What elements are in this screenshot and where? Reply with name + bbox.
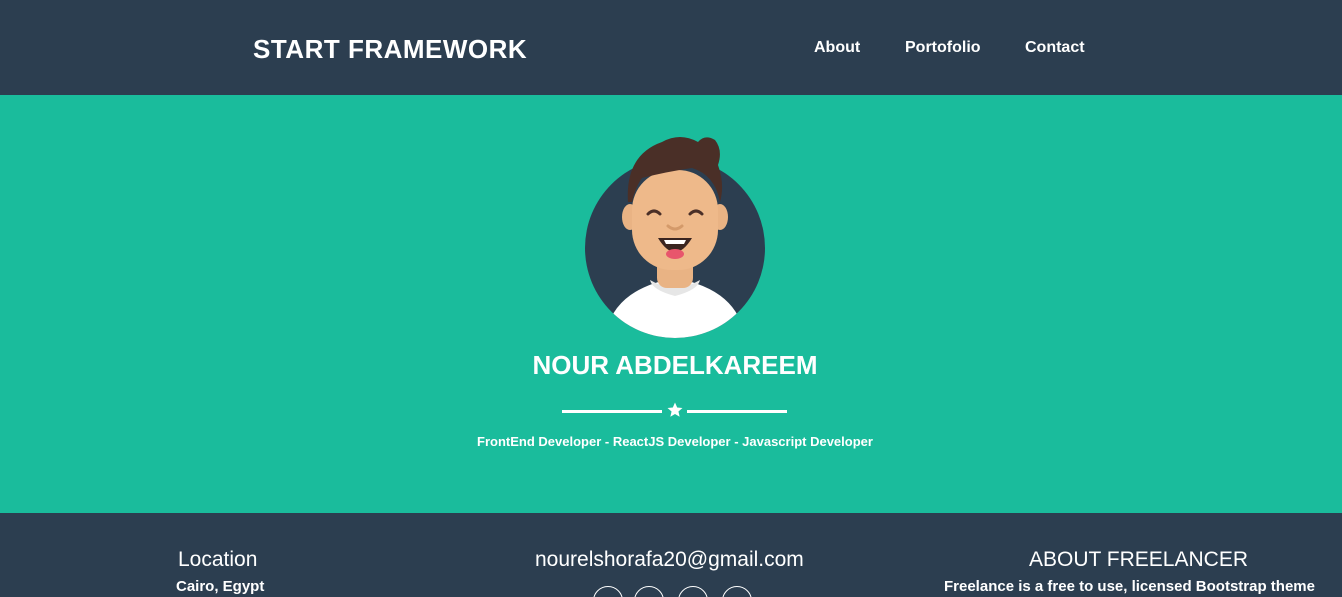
divider-line-right <box>687 410 787 413</box>
footer: Location Cairo, Egypt nourelshorafa20@gm… <box>0 513 1342 597</box>
about-text: Freelance is a free to use, licensed Boo… <box>944 578 1315 595</box>
divider-line-left <box>562 410 662 413</box>
social-icon-1[interactable] <box>593 586 623 597</box>
nav-link-portofolio[interactable]: Portofolio <box>905 39 981 57</box>
nav-link-about[interactable]: About <box>814 39 860 57</box>
nav-link-contact[interactable]: Contact <box>1025 39 1085 57</box>
navbar: START FRAMEWORK About Portofolio Contact <box>0 0 1342 95</box>
profile-name: NOUR ABDELKAREEM <box>532 350 818 380</box>
star-divider <box>562 400 787 420</box>
social-icon-2[interactable] <box>634 586 664 597</box>
location-heading: Location <box>178 548 258 571</box>
social-icon-3[interactable] <box>678 586 708 597</box>
email-heading[interactable]: nourelshorafa20@gmail.com <box>535 548 804 572</box>
about-heading: ABOUT FREELANCER <box>1029 548 1248 571</box>
star-icon <box>667 402 683 417</box>
social-icon-4[interactable] <box>722 586 752 597</box>
nav-links: About Portofolio Contact <box>0 39 1342 61</box>
profile-subtitle: FrontEnd Developer - ReactJS Developer -… <box>477 434 873 449</box>
location-text: Cairo, Egypt <box>176 578 265 595</box>
avatar <box>585 137 765 338</box>
